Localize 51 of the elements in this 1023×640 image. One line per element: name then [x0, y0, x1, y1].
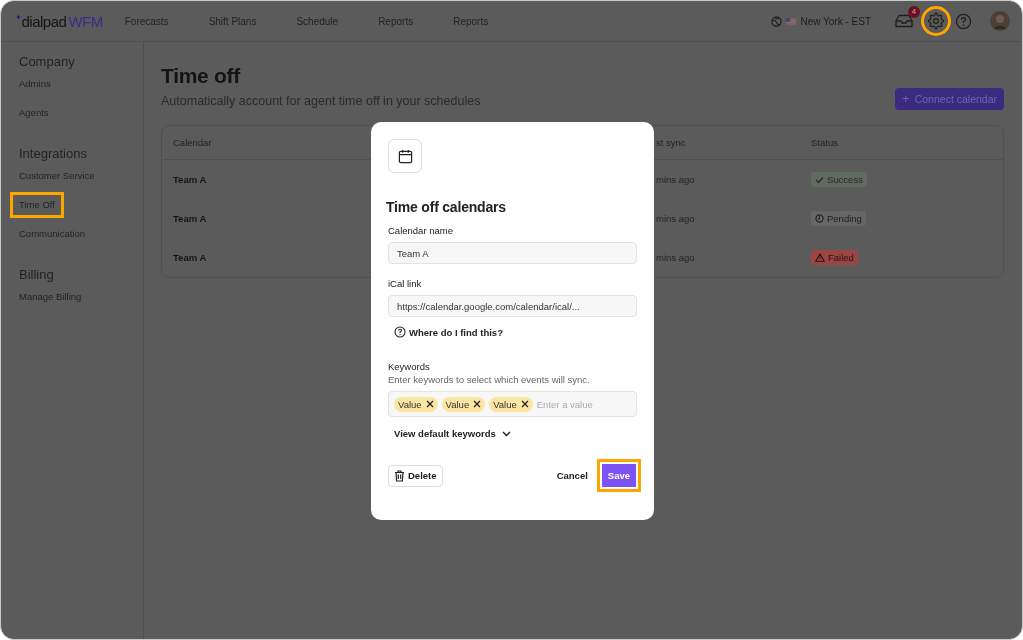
nav-link[interactable]: Forecasts — [124, 15, 169, 27]
nav-link[interactable]: Reports — [378, 15, 414, 27]
remove-icon[interactable] — [520, 400, 529, 408]
inbox-icon[interactable] — [895, 14, 913, 28]
field-label: Calendar name — [388, 225, 454, 236]
field-hint: Enter keywords to select which events will sync. — [388, 374, 591, 385]
warning-icon — [815, 253, 825, 262]
sidebar-heading: Billing — [19, 267, 54, 282]
dialog-title: Time off calendars — [386, 199, 507, 215]
field-label: iCal link — [388, 278, 423, 289]
page-title: Time off — [161, 64, 242, 88]
keyword-chip: Value — [394, 396, 438, 412]
globe-icon — [771, 15, 783, 27]
sidebar-heading: Integrations — [19, 146, 87, 161]
table-cell: Team A — [173, 174, 207, 185]
nav-link[interactable]: Shift Plans — [208, 15, 257, 27]
help-icon[interactable] — [955, 12, 972, 30]
check-icon — [815, 175, 824, 184]
notification-badge: 4 — [908, 6, 920, 18]
settings-button[interactable] — [921, 6, 951, 36]
clock-icon — [815, 214, 824, 223]
status-badge: Failed — [811, 250, 858, 265]
view-default-keywords-toggle[interactable]: View default keywords — [394, 428, 511, 439]
settings-icon — [927, 12, 945, 30]
nav-link[interactable]: Reports — [453, 15, 489, 27]
calendar-name-field[interactable]: Team A — [388, 242, 637, 264]
sidebar-heading: Company — [19, 54, 75, 69]
keyword-chip: Value — [441, 396, 486, 412]
trash-icon — [394, 469, 405, 482]
nav-link[interactable]: Schedule — [296, 15, 339, 27]
table-cell: Team A — [173, 252, 207, 263]
help-icon — [394, 326, 406, 338]
keyword-input[interactable]: Enter a value — [536, 398, 627, 410]
delete-button[interactable]: Delete — [388, 464, 443, 487]
help-link[interactable]: Where do I find this? — [394, 326, 503, 338]
ical-link-field[interactable]: https://calendar.google.com/calendar/ical/... — [388, 295, 637, 317]
save-button[interactable]: Save — [596, 459, 641, 492]
table-cell: Team A — [173, 213, 207, 224]
chevron-down-icon — [501, 430, 511, 437]
keywords-field[interactable]: Value Value Value Enter a value — [388, 391, 637, 417]
status-badge: Pending — [811, 211, 866, 226]
timezone-selector[interactable]: New York - EST — [771, 15, 871, 27]
field-label: Keywords — [388, 361, 431, 372]
keyword-chip: Value — [489, 396, 533, 412]
flag-icon — [786, 17, 797, 25]
status-badge: Success — [811, 172, 867, 187]
connect-calendar-button[interactable]: + Connect calendar — [895, 88, 1004, 110]
remove-icon[interactable] — [425, 400, 434, 408]
calendar-icon — [397, 148, 413, 164]
cancel-button[interactable]: Cancel — [556, 470, 588, 481]
remove-icon[interactable] — [473, 400, 482, 408]
